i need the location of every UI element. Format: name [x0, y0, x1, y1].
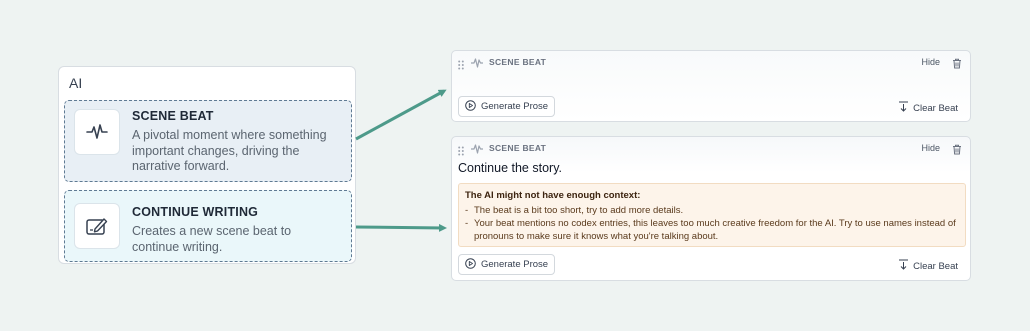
card-type-label: SCENE BEAT [489, 57, 547, 67]
warning-list: The beat is a bit too short, try to add … [465, 204, 959, 243]
beat-text[interactable]: Continue the story. [458, 161, 562, 175]
card-type-label: SCENE BEAT [489, 143, 547, 153]
pulse-icon [470, 142, 484, 160]
pulse-icon [470, 56, 484, 74]
menu-item-title: CONTINUE WRITING [132, 205, 259, 219]
ai-menu-title: AI [69, 75, 83, 91]
menu-item-continue-writing[interactable]: CONTINUE WRITING Creates a new scene bea… [64, 190, 352, 262]
play-circle-icon [465, 257, 476, 272]
menu-item-description: A pivotal moment where something importa… [132, 128, 327, 173]
pen-edit-icon [74, 203, 120, 249]
clear-arrow-icon [898, 259, 909, 273]
scene-beat-card-continue: SCENE BEAT Hide Continue the story. The … [451, 136, 971, 281]
clear-beat-label: Clear Beat [913, 260, 958, 272]
arrow-continue-writing [355, 223, 447, 232]
ai-menu-panel: AI SCENE BEAT A pivotal moment where som… [58, 66, 356, 264]
warning-item: Your beat mentions no codex entries, thi… [465, 217, 959, 243]
play-circle-icon [465, 99, 476, 114]
clear-beat-button[interactable]: Clear Beat [898, 101, 958, 115]
clear-beat-label: Clear Beat [913, 102, 958, 114]
clear-arrow-icon [898, 101, 909, 115]
generate-prose-label: Generate Prose [481, 259, 549, 270]
hide-button[interactable]: Hide [921, 143, 940, 153]
generate-prose-button[interactable]: Generate Prose [458, 96, 555, 117]
card-header: SCENE BEAT Hide [452, 51, 970, 73]
clear-beat-button[interactable]: Clear Beat [898, 259, 958, 273]
trash-icon[interactable] [952, 56, 962, 74]
hide-button[interactable]: Hide [921, 57, 940, 67]
pulse-icon [74, 109, 120, 155]
trash-icon[interactable] [952, 142, 962, 160]
arrow-scene-beat [355, 89, 447, 141]
scene-beat-card-empty: SCENE BEAT Hide Generate Prose Clear Bea… [451, 50, 971, 122]
generate-prose-label: Generate Prose [481, 101, 549, 112]
warning-title: The AI might not have enough context: [465, 190, 641, 201]
drag-handle-icon[interactable] [458, 57, 464, 75]
menu-item-title: SCENE BEAT [132, 109, 214, 123]
menu-item-description: Creates a new scene beat to continue wri… [132, 224, 292, 254]
card-header: SCENE BEAT Hide [452, 137, 970, 159]
context-warning: The AI might not have enough context: Th… [458, 183, 966, 247]
drag-handle-icon[interactable] [458, 143, 464, 161]
generate-prose-button[interactable]: Generate Prose [458, 254, 555, 275]
menu-item-scene-beat[interactable]: SCENE BEAT A pivotal moment where someth… [64, 100, 352, 182]
warning-item: The beat is a bit too short, try to add … [465, 204, 959, 217]
